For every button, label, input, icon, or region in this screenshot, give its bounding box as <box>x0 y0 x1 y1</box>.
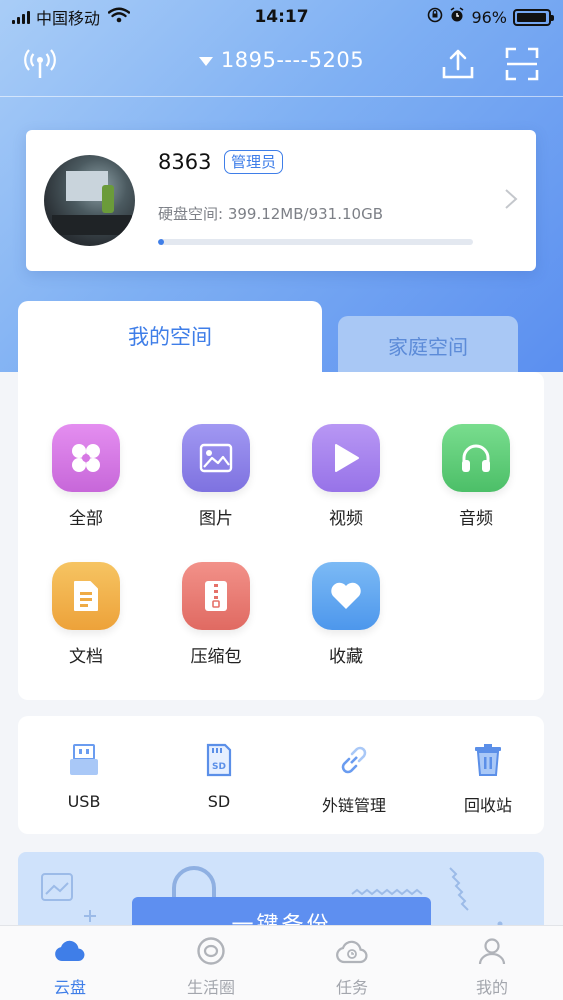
category-favorites[interactable]: 收藏 <box>286 562 406 667</box>
play-icon <box>312 424 380 492</box>
wifi-icon <box>107 7 131 28</box>
category-images[interactable]: 图片 <box>156 424 276 529</box>
header-divider <box>0 96 563 97</box>
category-label: 文档 <box>69 647 103 667</box>
tool-label: 回收站 <box>463 796 512 815</box>
avatar[interactable] <box>44 155 135 246</box>
cloud-icon <box>53 934 87 968</box>
tool-label: SD <box>207 792 231 811</box>
tool-external-links[interactable]: 外链管理 <box>294 740 414 816</box>
tab-family-space[interactable]: 家庭空间 <box>338 316 518 374</box>
caret-down-icon <box>198 56 213 66</box>
svg-text:SD: SD <box>212 762 226 772</box>
tabbar-label: 云盘 <box>53 978 86 997</box>
user-name: 8363 <box>158 150 212 174</box>
chevron-right-icon <box>505 189 518 209</box>
storage-progress <box>158 239 473 245</box>
alarm-icon <box>449 7 465 27</box>
heart-icon <box>312 562 380 630</box>
tool-label: 外链管理 <box>321 796 386 815</box>
category-all[interactable]: 全部 <box>26 424 146 529</box>
user-icon <box>475 934 509 968</box>
role-badge: 管理员 <box>224 150 284 174</box>
category-archives[interactable]: 压缩包 <box>156 562 276 667</box>
orientation-lock-icon <box>427 7 443 27</box>
category-audio[interactable]: 音频 <box>416 424 536 529</box>
category-panel: 全部 图片 视频 音频 文档 压缩包 收藏 <box>18 372 544 700</box>
task-cloud-icon <box>335 934 369 968</box>
profile-card[interactable]: 8363 管理员 硬盘空间: 399.12MB/931.10GB <box>26 130 536 271</box>
tabbar-label: 任务 <box>335 978 368 997</box>
scan-icon[interactable] <box>500 42 544 86</box>
tabbar-label: 生活圈 <box>186 978 235 997</box>
category-label: 音频 <box>459 509 493 529</box>
bottom-tab-bar: 云盘 生活圈 任务 我的 <box>0 925 563 1000</box>
tabbar-life-circle[interactable]: 生活圈 <box>161 934 261 998</box>
category-videos[interactable]: 视频 <box>286 424 406 529</box>
category-label: 视频 <box>329 509 363 529</box>
account-number: 1895----5205 <box>220 48 365 72</box>
signal-icon <box>12 10 30 24</box>
sd-card-icon: SD <box>199 740 239 780</box>
storage-progress-fill <box>158 239 164 245</box>
battery-fill <box>517 12 546 22</box>
document-icon <box>52 562 120 630</box>
headphones-icon <box>442 424 510 492</box>
tool-recycle-bin[interactable]: 回收站 <box>428 740 548 816</box>
category-label: 压缩包 <box>190 647 242 667</box>
tool-label: USB <box>67 792 101 811</box>
status-bar: 中国移动 14:17 96% <box>0 0 563 34</box>
tabbar-tasks[interactable]: 任务 <box>302 934 402 998</box>
zip-icon <box>182 562 250 630</box>
carrier-label: 中国移动 <box>36 9 101 28</box>
trash-icon <box>468 740 508 780</box>
category-label: 全部 <box>69 509 103 529</box>
battery-percent: 96% <box>471 7 507 27</box>
upload-icon[interactable] <box>436 42 480 86</box>
grid-icon <box>52 424 120 492</box>
storage-label: 硬盘空间: 399.12MB/931.10GB <box>158 205 383 223</box>
tool-usb[interactable]: USB <box>24 740 144 811</box>
top-navigation: 1895----5205 <box>0 34 563 96</box>
circle-icon <box>194 934 228 968</box>
tools-panel: USB SD SD 外链管理 回收站 <box>18 716 544 834</box>
category-documents[interactable]: 文档 <box>26 562 146 667</box>
image-icon <box>182 424 250 492</box>
usb-icon <box>64 740 104 780</box>
tabbar-cloud-disk[interactable]: 云盘 <box>20 934 120 998</box>
tabbar-label: 我的 <box>475 978 508 997</box>
battery-icon <box>513 8 554 26</box>
category-label: 图片 <box>199 509 233 529</box>
category-label: 收藏 <box>329 647 363 667</box>
link-icon <box>334 740 374 780</box>
tabbar-mine[interactable]: 我的 <box>442 934 542 998</box>
tool-sd[interactable]: SD SD <box>159 740 279 811</box>
